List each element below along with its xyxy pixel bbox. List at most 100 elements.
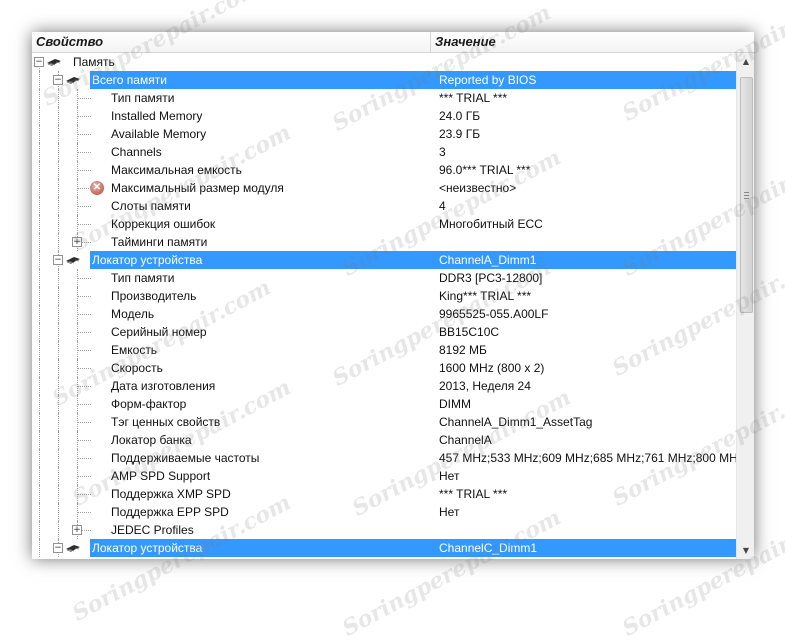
property-row[interactable]: + JEDEC Profiles [32, 521, 736, 539]
property-value: 9965525-055.A00LF [439, 307, 549, 321]
collapse-icon[interactable]: − [53, 543, 63, 553]
property-label: Скорость [111, 361, 163, 375]
property-row[interactable]: Available Memory 23.9 ГБ [32, 125, 736, 143]
tree-line [39, 251, 40, 269]
property-value: King*** TRIAL *** [439, 289, 532, 303]
scroll-thumb[interactable] [740, 77, 753, 313]
property-row[interactable]: Поддержка XMP SPD *** TRIAL *** [32, 485, 736, 503]
property-row[interactable]: Installed Memory 24.0 ГБ [32, 107, 736, 125]
tree-line [58, 233, 59, 251]
scroll-down-button[interactable]: ▼ [737, 542, 754, 559]
tree-node-row[interactable]: − Локатор устройства ChannelA_Dimm1 [32, 251, 736, 269]
tree-line [58, 449, 59, 467]
property-value: 2013, Неделя 24 [439, 379, 531, 393]
tree-line [77, 116, 91, 117]
property-label: Локатор устройства [92, 541, 203, 555]
property-label: Слоты памяти [111, 199, 191, 213]
property-label: Available Memory [111, 127, 207, 141]
property-row[interactable]: Модель 9965525-055.A00LF [32, 305, 736, 323]
property-label: Максимальная емкость [111, 163, 242, 177]
property-row[interactable]: Поддержка EPP SPD Нет [32, 503, 736, 521]
memory-chip-icon [66, 257, 80, 264]
property-label: Channels [111, 145, 162, 159]
tree-node-row[interactable]: − Память [32, 53, 736, 71]
tree-line [39, 521, 40, 539]
tree-line [77, 458, 91, 459]
property-row[interactable]: ✕ Максимальный размер модуля <неизвестно> [32, 179, 736, 197]
tree-line [39, 107, 40, 125]
property-value: Reported by BIOS [439, 73, 537, 87]
tree-line [39, 503, 40, 521]
property-label: Память [73, 55, 115, 69]
collapse-icon[interactable]: − [53, 75, 63, 85]
tree-node-row[interactable]: − Всего памяти Reported by BIOS [32, 71, 736, 89]
collapse-icon[interactable]: − [53, 255, 63, 265]
property-row[interactable]: Локатор банка ChannelA [32, 431, 736, 449]
property-row[interactable]: Серийный номер BB15C10C [32, 323, 736, 341]
property-row[interactable]: Слоты памяти 4 [32, 197, 736, 215]
tree-line [39, 341, 40, 359]
tree-line [77, 476, 91, 477]
tree-line [77, 512, 91, 513]
tree-line [39, 71, 40, 89]
tree-line [77, 494, 91, 495]
property-tree[interactable]: − Память − Всего памяти Reported by BIOS Тип … [32, 53, 736, 559]
property-label: Поддержка EPP SPD [111, 505, 229, 519]
property-label: Тип памяти [111, 91, 175, 105]
tree-line [77, 188, 91, 189]
property-value: 1600 MHz (800 x 2) [439, 361, 545, 375]
property-label: Емкость [111, 343, 158, 357]
tree-line [39, 539, 40, 557]
collapse-icon[interactable]: − [34, 57, 44, 67]
tree-line [58, 215, 59, 233]
memory-chip-icon [66, 545, 80, 552]
property-row[interactable]: Производитель King*** TRIAL *** [32, 287, 736, 305]
property-row[interactable]: Тип памяти *** TRIAL *** [32, 89, 736, 107]
tree-line [39, 467, 40, 485]
property-row[interactable]: Коррекция ошибок Многобитный ECC [32, 215, 736, 233]
tree-line [39, 287, 40, 305]
tree-line [77, 224, 91, 225]
tree-node-row[interactable]: − Локатор устройства ChannelC_Dimm1 [32, 539, 736, 557]
property-row[interactable]: Поддерживаемые частоты 457 MHz;533 MHz;60… [32, 449, 736, 467]
tree-line [77, 170, 91, 171]
tree-line [58, 197, 59, 215]
property-row[interactable]: Дата изготовления 2013, Неделя 24 [32, 377, 736, 395]
expand-icon[interactable]: + [72, 525, 82, 535]
properties-window: Свойство Значение − Память − Всего памяти Re… [32, 32, 754, 559]
property-value: DIMM [439, 397, 471, 411]
property-row[interactable]: Скорость 1600 MHz (800 x 2) [32, 359, 736, 377]
property-label: AMP SPD Support [111, 469, 211, 483]
property-row[interactable]: Максимальная емкость 96.0*** TRIAL *** [32, 161, 736, 179]
tree-line [58, 269, 59, 287]
tree-line [39, 161, 40, 179]
tree-line [77, 404, 91, 405]
property-value: ChannelC_Dimm1 [439, 541, 538, 555]
property-row[interactable]: Форм-фактор DIMM [32, 395, 736, 413]
tree-line [58, 521, 59, 539]
property-label: Installed Memory [111, 109, 203, 123]
expand-icon[interactable]: + [72, 237, 82, 247]
property-label: Максимальный размер модуля [111, 181, 284, 195]
property-row[interactable]: Емкость 8192 МБ [32, 341, 736, 359]
property-row[interactable]: Тип памяти DDR3 [PC3-12800] [32, 269, 736, 287]
property-row[interactable]: Тэг ценных свойств ChannelA_Dimm1_AssetTa… [32, 413, 736, 431]
scroll-up-button[interactable]: ▲ [737, 53, 754, 70]
tree-line [39, 395, 40, 413]
memory-chip-icon [47, 59, 61, 66]
property-label: Локатор устройства [92, 253, 203, 267]
tree-line [39, 125, 40, 143]
tree-line [58, 89, 59, 107]
column-header-value[interactable]: Значение [431, 32, 735, 52]
property-row[interactable]: + Тайминги памяти [32, 233, 736, 251]
property-value: ChannelA_Dimm1 [439, 253, 537, 267]
property-row[interactable]: AMP SPD Support Нет [32, 467, 736, 485]
vertical-scrollbar[interactable]: ▲ ▼ [736, 53, 754, 559]
column-header-property[interactable]: Свойство [32, 32, 431, 52]
property-label: Локатор банка [111, 433, 192, 447]
property-row[interactable]: Channels 3 [32, 143, 736, 161]
property-label: Коррекция ошибок [111, 217, 216, 231]
property-label: Тайминги памяти [111, 235, 208, 249]
tree-line [58, 431, 59, 449]
property-label: Всего памяти [92, 73, 167, 87]
